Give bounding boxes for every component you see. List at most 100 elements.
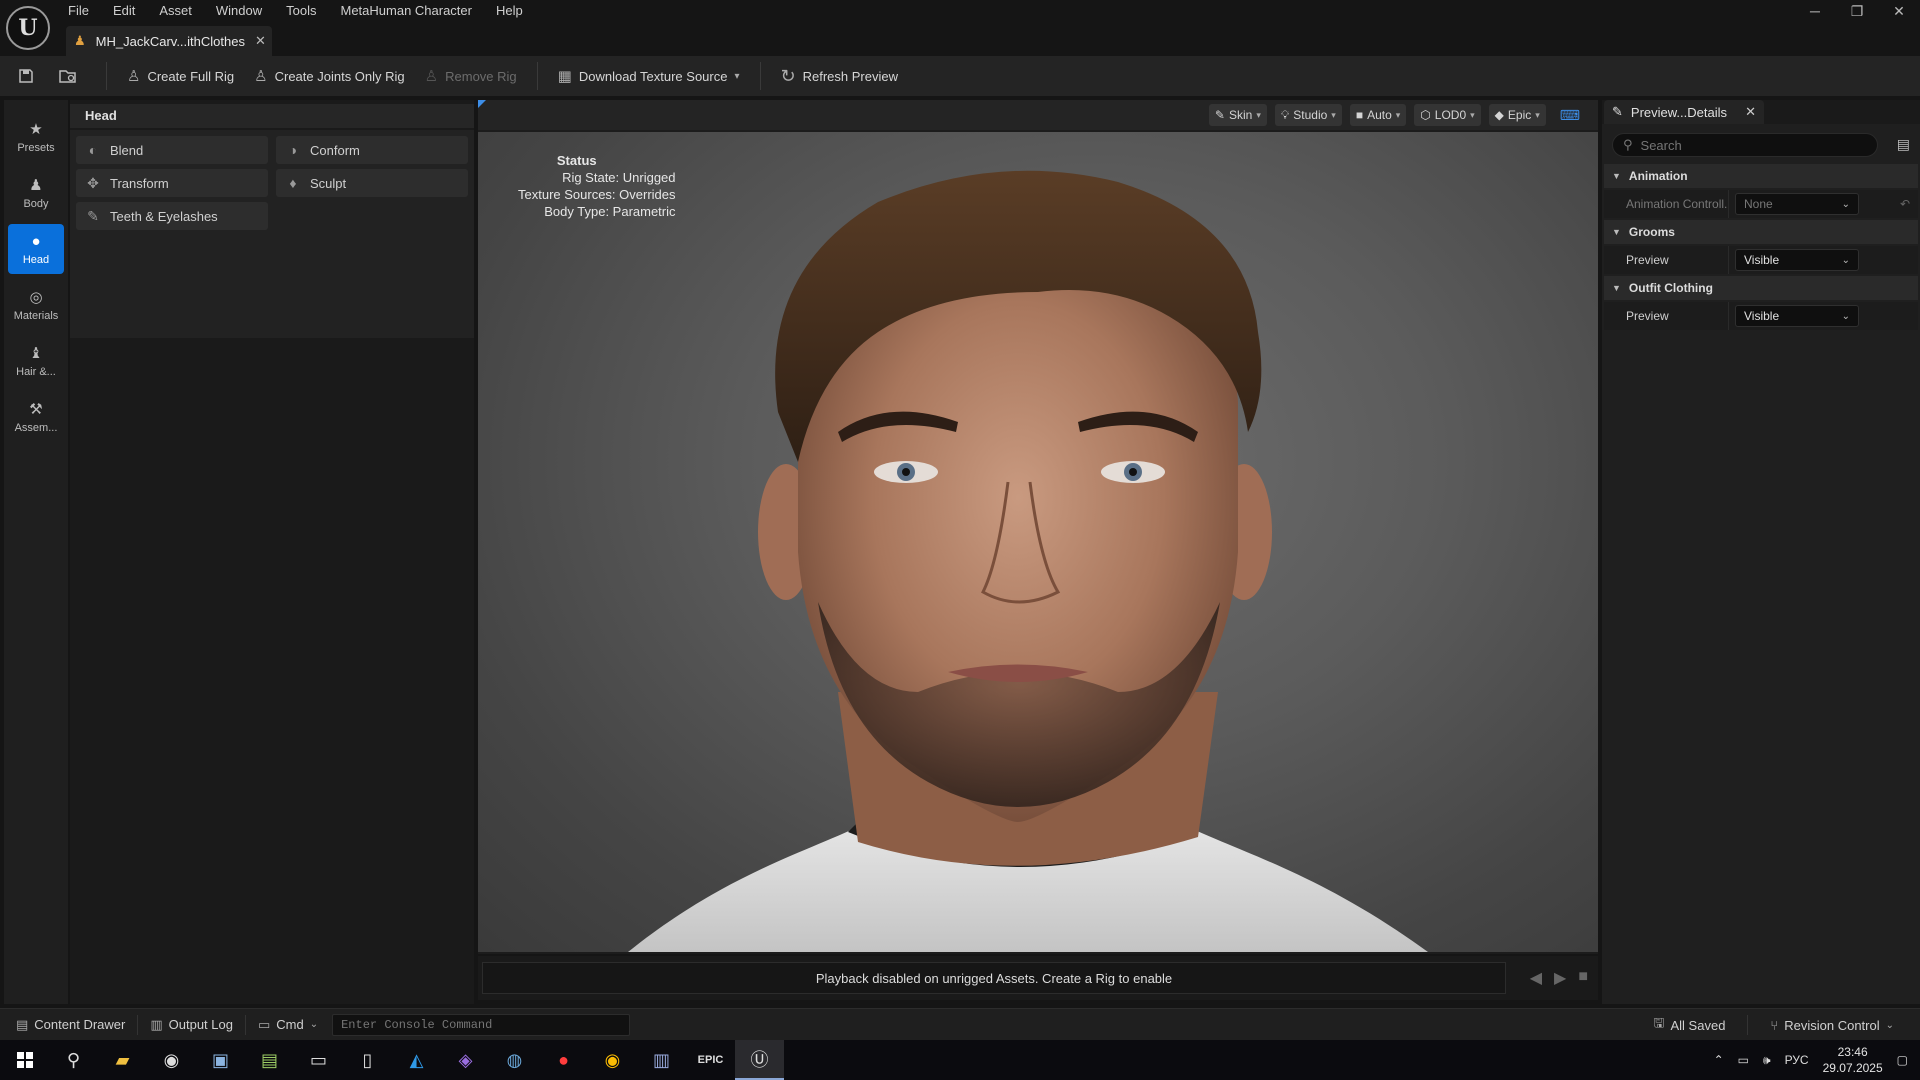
play-reverse-icon[interactable]: ◀ xyxy=(1530,968,1542,988)
create-joints-only-rig-button[interactable]: ♙ Create Joints Only Rig xyxy=(244,61,415,91)
blend-tool-button[interactable]: ◐ Blend xyxy=(76,136,268,164)
category-animation[interactable]: ▼ Animation xyxy=(1604,164,1918,188)
epic-games-icon[interactable]: EPIC xyxy=(686,1040,735,1080)
sidebar-item-materials[interactable]: ◎ Materials xyxy=(8,280,64,330)
sidebar-item-label: Assem... xyxy=(14,422,58,434)
sidebar-item-head[interactable]: ● Head xyxy=(8,224,64,274)
close-tab-icon[interactable]: ✕ xyxy=(1745,104,1756,120)
notifications-icon[interactable]: ▢ xyxy=(1897,1053,1908,1067)
network-icon[interactable]: ▭ xyxy=(1738,1053,1749,1067)
menu-help[interactable]: Help xyxy=(484,0,535,22)
terminal-icon[interactable]: ▭ xyxy=(294,1040,343,1080)
language-indicator[interactable]: РУС xyxy=(1785,1053,1809,1067)
character-render[interactable]: Status Rig State: Unrigged Texture Sourc… xyxy=(478,132,1598,952)
window-app-icon[interactable]: ▥ xyxy=(637,1040,686,1080)
lighting-dropdown[interactable]: 💡︎ Studio ▾ xyxy=(1274,104,1342,126)
animation-controller-select[interactable]: None ⌄ xyxy=(1735,193,1859,215)
sidebar-item-presets[interactable]: ★ Presets xyxy=(8,112,64,162)
metahuman-asset-icon: ♟ xyxy=(74,33,86,48)
close-window-icon[interactable]: ✕ xyxy=(1878,0,1920,22)
chrome-icon[interactable]: ◉ xyxy=(588,1040,637,1080)
cmd-label: Cmd xyxy=(276,1017,304,1032)
vscode-icon[interactable]: ◭ xyxy=(392,1040,441,1080)
obs-icon[interactable]: ◉ xyxy=(147,1040,196,1080)
grooms-preview-select[interactable]: Visible ⌄ xyxy=(1735,249,1859,271)
search-input[interactable] xyxy=(1640,137,1861,153)
clock[interactable]: 23:46 29.07.2025 xyxy=(1823,1044,1883,1076)
transform-tool-button[interactable]: ✥ Transform xyxy=(76,169,268,197)
minimize-icon[interactable]: ─ xyxy=(1794,0,1836,22)
star-icon: ★ xyxy=(29,121,43,138)
character-viewport[interactable]: ✎ Skin ▾ 💡︎ Studio ▾ ■ Auto ▾ ⬡ LOD0 ▾ ◆ xyxy=(478,100,1598,954)
category-label: Outfit Clothing xyxy=(1628,281,1713,295)
select-value: Visible xyxy=(1744,309,1780,323)
play-icon[interactable]: ▶ xyxy=(1554,968,1566,988)
skin-dropdown[interactable]: ✎ Skin ▾ xyxy=(1208,104,1267,126)
search-icon[interactable]: ⚲ xyxy=(49,1040,98,1080)
app-icon[interactable]: ▣ xyxy=(196,1040,245,1080)
remove-rig-button[interactable]: ♙ Remove Rig xyxy=(415,61,527,91)
console-input[interactable] xyxy=(341,1017,622,1032)
download-texture-source-button[interactable]: ▦ Download Texture Source ▾ xyxy=(548,61,750,91)
cmd-dropdown[interactable]: ▭ Cmd ⌄ xyxy=(250,1012,326,1038)
unreal-engine-icon[interactable]: Ⓤ xyxy=(735,1040,784,1080)
unreal-logo-icon[interactable]: U xyxy=(6,6,50,50)
category-outfit-clothing[interactable]: ▼ Outfit Clothing xyxy=(1604,276,1918,300)
visual-studio-icon[interactable]: ◈ xyxy=(441,1040,490,1080)
brush-icon: ✎ xyxy=(87,207,99,224)
stop-icon[interactable]: ■ xyxy=(1578,968,1588,988)
browse-asset-icon[interactable] xyxy=(54,62,82,90)
menu-bar: File Edit Asset Window Tools MetaHuman C… xyxy=(56,0,535,22)
head-tool-panel: Head ◐ Blend ◑ Conform ✥ Transform ♦ Scu… xyxy=(70,100,474,1004)
refresh-preview-button[interactable]: ↻ Refresh Preview xyxy=(771,61,908,91)
details-tab[interactable]: ✎ Preview...Details ✕ xyxy=(1604,100,1764,124)
category-grooms[interactable]: ▼ Grooms xyxy=(1604,220,1918,244)
outfit-preview-select[interactable]: Visible ⌄ xyxy=(1735,305,1859,327)
output-log-button[interactable]: ▥ Output Log xyxy=(142,1012,241,1038)
yandex-browser-icon[interactable]: ● xyxy=(539,1040,588,1080)
revision-control-button[interactable]: ⑂ Revision Control ⌄ xyxy=(1762,1012,1902,1038)
steam-icon[interactable]: ◍ xyxy=(490,1040,539,1080)
menu-file[interactable]: File xyxy=(56,0,101,22)
save-icon[interactable] xyxy=(12,62,40,90)
conform-tool-button[interactable]: ◑ Conform xyxy=(276,136,468,164)
teeth-eyelashes-tool-button[interactable]: ✎ Teeth & Eyelashes xyxy=(76,202,268,230)
reset-icon[interactable]: ↶ xyxy=(1900,197,1910,211)
playback-message: Playback disabled on unrigged Assets. Cr… xyxy=(482,962,1506,994)
menu-metahuman-character[interactable]: MetaHuman Character xyxy=(328,0,484,22)
transform-icon: ✥ xyxy=(87,174,99,191)
tool-label: Blend xyxy=(110,142,144,158)
notepad-icon[interactable]: ▤ xyxy=(245,1040,294,1080)
menu-window[interactable]: Window xyxy=(204,0,274,22)
view-options-icon[interactable]: ▤ xyxy=(1897,136,1910,153)
sidebar-item-label: Presets xyxy=(17,142,55,154)
sculpt-tool-button[interactable]: ♦ Sculpt xyxy=(276,169,468,197)
character-head-render xyxy=(628,170,1428,952)
camera-dropdown[interactable]: ■ Auto ▾ xyxy=(1349,104,1407,126)
menu-edit[interactable]: Edit xyxy=(101,0,147,22)
document-icon[interactable]: ▯ xyxy=(343,1040,392,1080)
sidebar-item-hair[interactable]: ♝ Hair &... xyxy=(8,336,64,386)
content-drawer-button[interactable]: ▤ Content Drawer xyxy=(8,1012,133,1038)
sidebar-item-body[interactable]: ♟ Body xyxy=(8,168,64,218)
file-explorer-icon[interactable]: ▰ xyxy=(98,1040,147,1080)
sidebar-item-assembly[interactable]: ⚒ Assem... xyxy=(8,392,64,442)
restore-icon[interactable]: ❐ xyxy=(1836,0,1878,22)
all-saved-button[interactable]: 🖫︎ All Saved xyxy=(1645,1012,1733,1038)
lod-dropdown[interactable]: ⬡ LOD0 ▾ xyxy=(1414,104,1481,126)
menu-tools[interactable]: Tools xyxy=(274,0,328,22)
windows-start-icon[interactable] xyxy=(0,1040,49,1080)
editor-status-bar: ▤ Content Drawer ▥ Output Log ▭ Cmd ⌄ 🖫︎… xyxy=(0,1008,1920,1040)
create-full-rig-button[interactable]: ♙ Create Full Rig xyxy=(117,61,244,91)
viewport-corner-marker xyxy=(478,100,486,108)
tray-chevron-up-icon[interactable]: ⌃ xyxy=(1714,1053,1724,1067)
keyboard-toggle-icon[interactable]: ⌨ xyxy=(1554,104,1586,126)
close-tab-icon[interactable]: ✕ xyxy=(255,33,266,49)
quality-dropdown[interactable]: ◆ Epic ▾ xyxy=(1488,104,1546,126)
volume-icon[interactable]: 🕪︎ xyxy=(1763,1053,1771,1068)
menu-asset[interactable]: Asset xyxy=(147,0,204,22)
property-label: Preview xyxy=(1626,309,1669,323)
document-tab-title: MH_JackCarv...ithClothes xyxy=(95,33,245,49)
sidebar-item-label: Body xyxy=(23,198,49,210)
document-tab[interactable]: ♟ MH_JackCarv...ithClothes ✕ xyxy=(66,26,272,56)
